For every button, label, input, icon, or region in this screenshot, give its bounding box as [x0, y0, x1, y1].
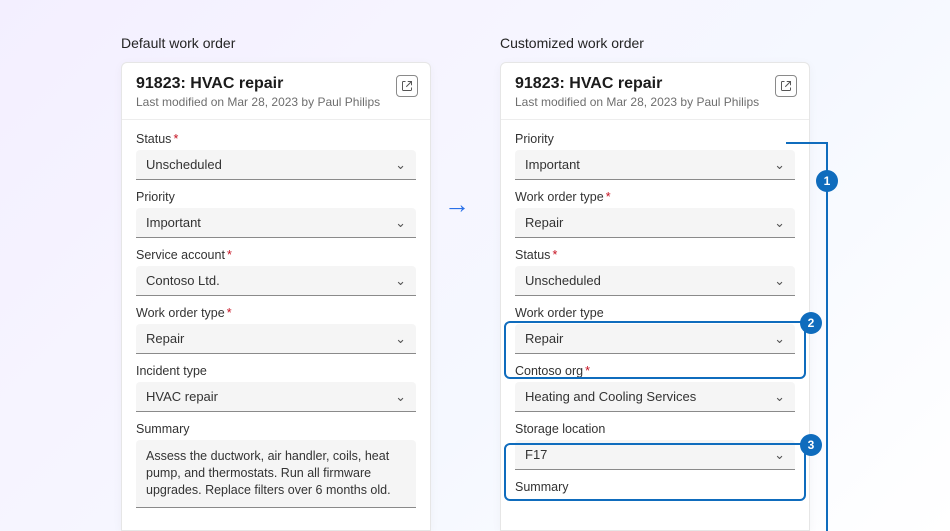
heading-default: Default work order [121, 35, 235, 51]
card-header: 91823: HVAC repair Last modified on Mar … [501, 63, 809, 120]
chevron-down-icon: ⌄ [774, 389, 785, 405]
field-label: Contoso org* [515, 364, 795, 378]
card-default-work-order: 91823: HVAC repair Last modified on Mar … [121, 62, 431, 531]
field-label: Summary [136, 422, 416, 436]
card-body: Status* Unscheduled⌄ Priority Important⌄… [122, 120, 430, 508]
service-account-select[interactable]: Contoso Ltd.⌄ [136, 266, 416, 296]
priority-select[interactable]: Important⌄ [136, 208, 416, 238]
popout-button[interactable] [396, 75, 418, 97]
field-status: Status* Unscheduled⌄ [515, 248, 795, 296]
chevron-down-icon: ⌄ [395, 389, 406, 405]
field-work-order-type: Work order type* Repair⌄ [136, 306, 416, 354]
work-order-type-select[interactable]: Repair⌄ [136, 324, 416, 354]
work-order-type-select[interactable]: Repair⌄ [515, 208, 795, 238]
arrow-icon: → [444, 189, 470, 220]
card-body: Priority Important⌄ Work order type* Rep… [501, 120, 809, 494]
chevron-down-icon: ⌄ [395, 157, 406, 173]
chevron-down-icon: ⌄ [395, 215, 406, 231]
field-label: Status* [515, 248, 795, 262]
field-storage-location: Storage location F17⌄ [515, 422, 795, 470]
status-select[interactable]: Unscheduled⌄ [515, 266, 795, 296]
popout-button[interactable] [775, 75, 797, 97]
status-select[interactable]: Unscheduled⌄ [136, 150, 416, 180]
field-priority: Priority Important⌄ [515, 132, 795, 180]
priority-select[interactable]: Important⌄ [515, 150, 795, 180]
card-title: 91823: HVAC repair [515, 75, 795, 93]
callout-badge-2: 2 [800, 312, 822, 334]
callout-line [826, 142, 828, 531]
summary-textarea[interactable]: Assess the ductwork, air handler, coils,… [136, 440, 416, 508]
chevron-down-icon: ⌄ [774, 447, 785, 463]
heading-customized: Customized work order [500, 35, 644, 51]
field-label: Incident type [136, 364, 416, 378]
card-customized-work-order: 91823: HVAC repair Last modified on Mar … [500, 62, 810, 531]
field-label: Priority [136, 190, 416, 204]
chevron-down-icon: ⌄ [395, 331, 406, 347]
field-label: Storage location [515, 422, 795, 436]
work-order-type-select[interactable]: Repair⌄ [515, 324, 795, 354]
contoso-org-select[interactable]: Heating and Cooling Services⌄ [515, 382, 795, 412]
field-label: Work order type* [515, 190, 795, 204]
popout-icon [401, 80, 413, 92]
card-subtitle: Last modified on Mar 28, 2023 by Paul Ph… [515, 95, 795, 109]
field-work-order-type: Work order type Repair⌄ [515, 306, 795, 354]
field-priority: Priority Important⌄ [136, 190, 416, 238]
incident-type-select[interactable]: HVAC repair⌄ [136, 382, 416, 412]
field-label: Service account* [136, 248, 416, 262]
callout-badge-1: 1 [816, 170, 838, 192]
field-label: Summary [515, 480, 795, 494]
field-service-account: Service account* Contoso Ltd.⌄ [136, 248, 416, 296]
field-label: Work order type [515, 306, 795, 320]
chevron-down-icon: ⌄ [774, 157, 785, 173]
chevron-down-icon: ⌄ [774, 331, 785, 347]
field-label: Status* [136, 132, 416, 146]
chevron-down-icon: ⌄ [774, 273, 785, 289]
callout-badge-3: 3 [800, 434, 822, 456]
card-title: 91823: HVAC repair [136, 75, 416, 93]
popout-icon [780, 80, 792, 92]
field-incident-type: Incident type HVAC repair⌄ [136, 364, 416, 412]
field-label: Priority [515, 132, 795, 146]
callout-line [786, 142, 828, 144]
field-work-order-type-req: Work order type* Repair⌄ [515, 190, 795, 238]
field-status: Status* Unscheduled⌄ [136, 132, 416, 180]
field-contoso-org: Contoso org* Heating and Cooling Service… [515, 364, 795, 412]
field-label: Work order type* [136, 306, 416, 320]
chevron-down-icon: ⌄ [774, 215, 785, 231]
storage-location-select[interactable]: F17⌄ [515, 440, 795, 470]
card-subtitle: Last modified on Mar 28, 2023 by Paul Ph… [136, 95, 416, 109]
field-summary: Summary Assess the ductwork, air handler… [136, 422, 416, 508]
field-summary: Summary [515, 480, 795, 494]
chevron-down-icon: ⌄ [395, 273, 406, 289]
card-header: 91823: HVAC repair Last modified on Mar … [122, 63, 430, 120]
